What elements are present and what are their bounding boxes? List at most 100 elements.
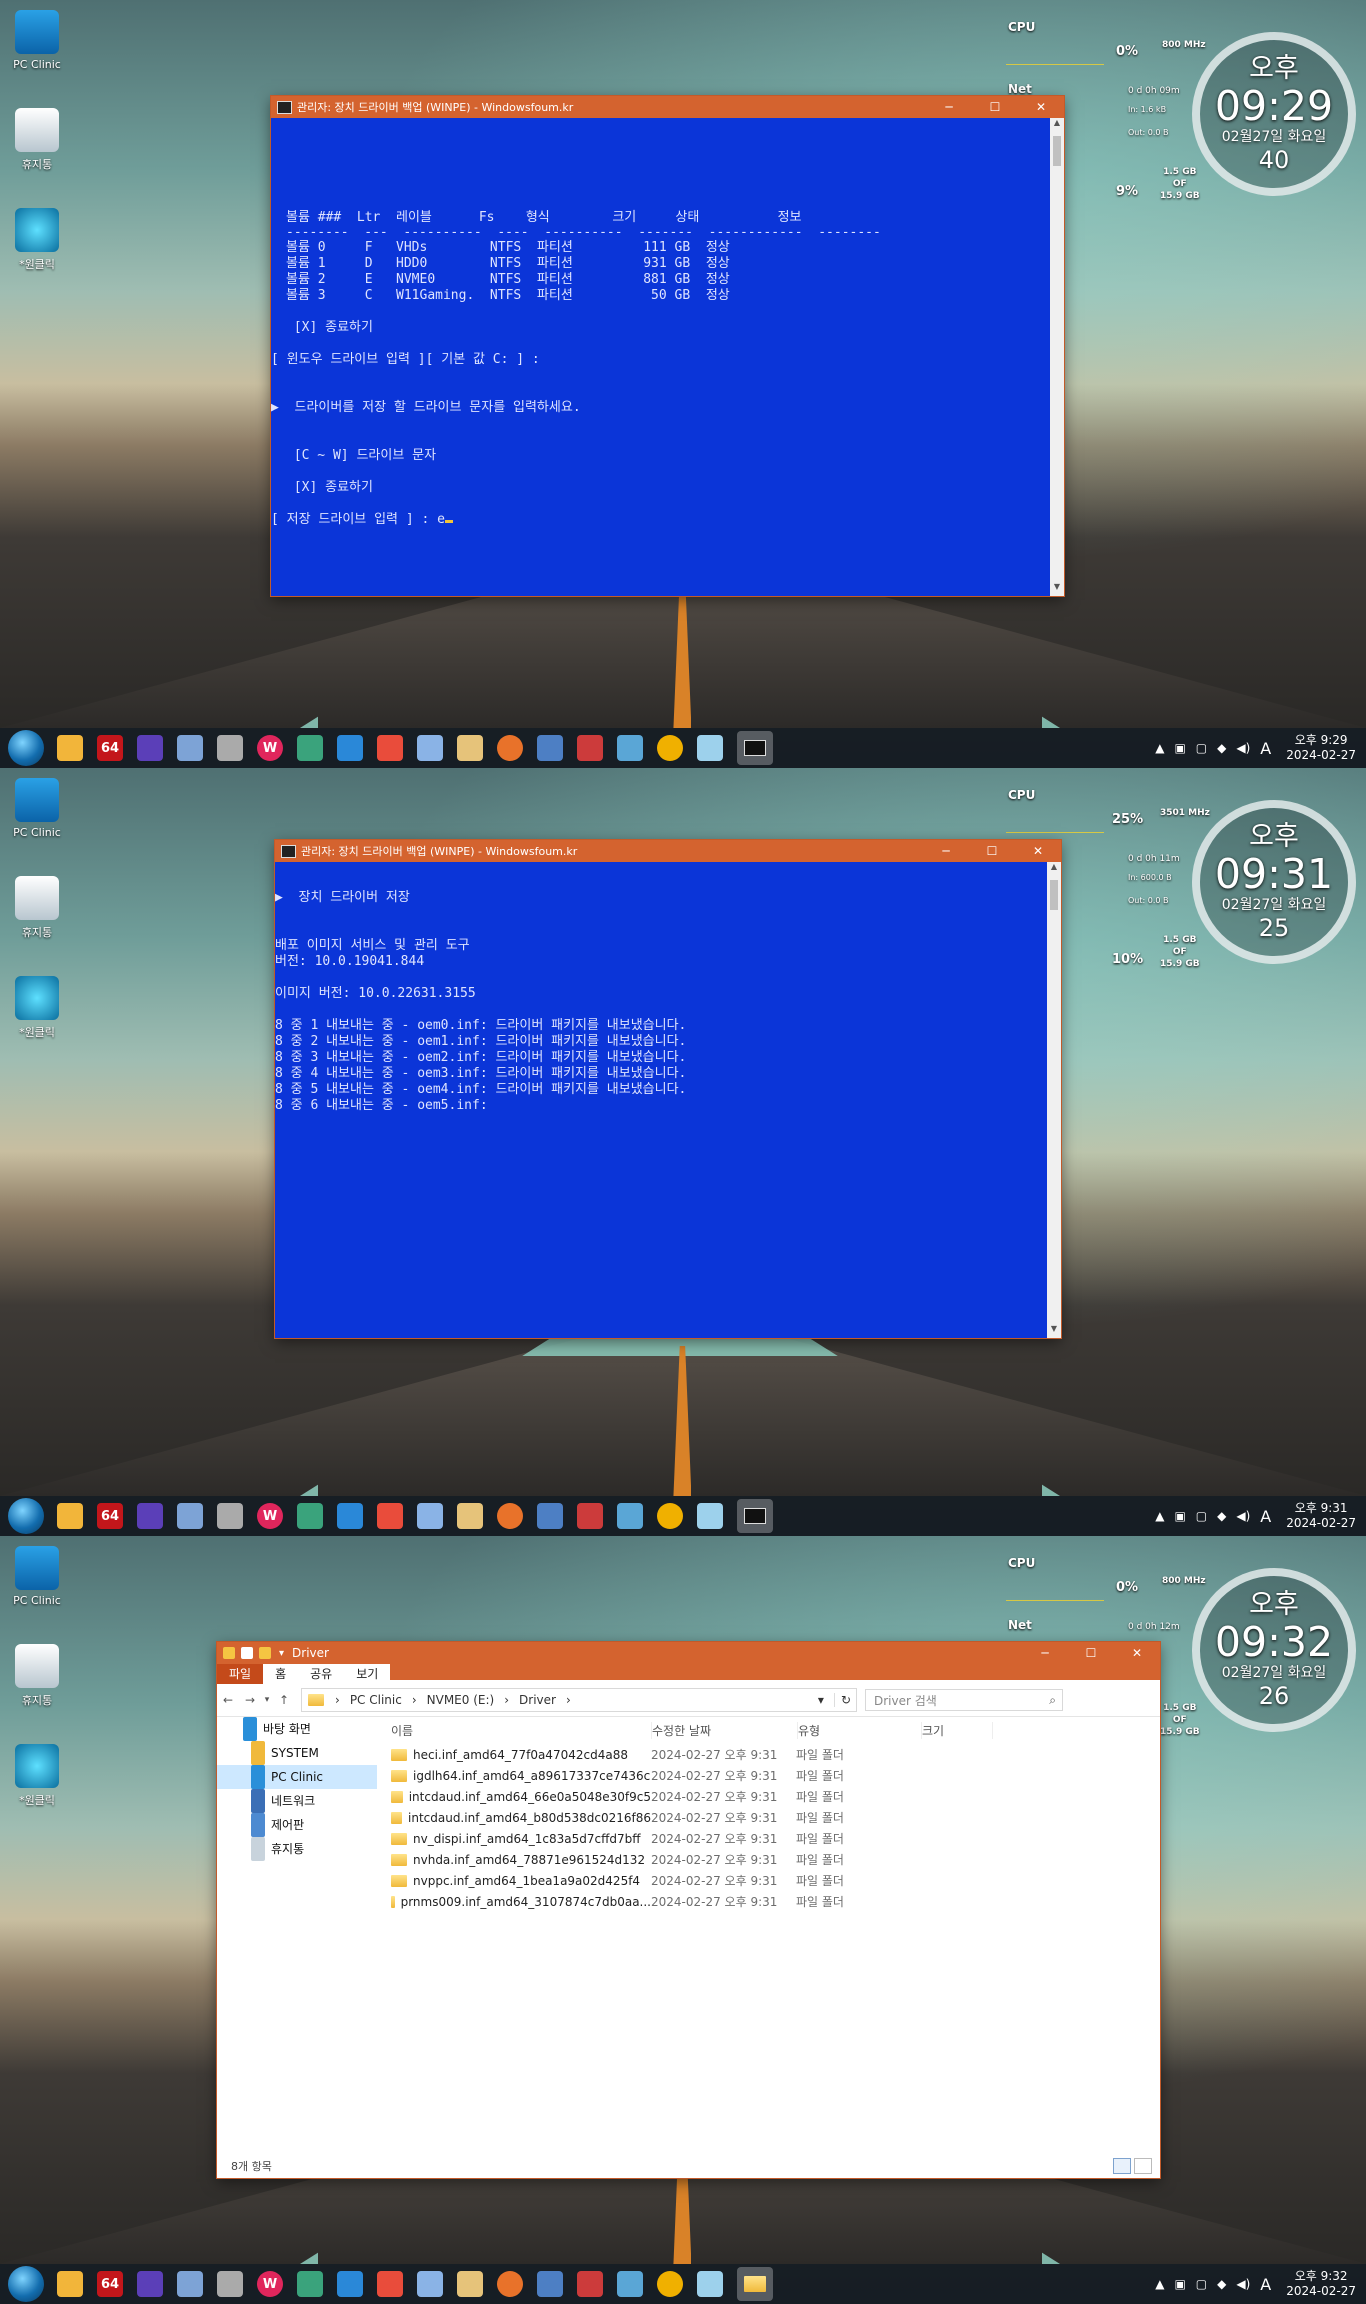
console-window[interactable]: 관리자: 장치 드라이버 백업 (WINPE) - Windowsfoum.kr… (271, 96, 1064, 596)
tray-language-indicator[interactable]: A (1260, 2275, 1271, 2294)
search-tool-icon[interactable] (297, 1503, 323, 1529)
column-type[interactable]: 유형 (798, 1721, 922, 1739)
file-row[interactable]: nv_dispi.inf_amd64_1c83a5d7cffd7bff 2024-… (391, 1828, 1146, 1849)
aida64-icon[interactable]: 64 (97, 735, 123, 761)
explorer-title-bar[interactable]: ▾ Driver ─ ☐ ✕ (217, 1642, 1160, 1664)
recent-dropdown-icon[interactable]: ▾ (261, 1695, 273, 1705)
chrome-icon[interactable] (657, 2271, 683, 2297)
start-button[interactable] (8, 730, 44, 766)
minimize-button[interactable]: ─ (926, 96, 972, 118)
settings-icon[interactable] (337, 1503, 363, 1529)
tray-drop-icon[interactable]: ◆ (1217, 1509, 1226, 1523)
drive-tool-icon[interactable] (177, 2271, 203, 2297)
file-explorer-icon[interactable] (57, 1503, 83, 1529)
search-icon[interactable]: ⌕ (1049, 1693, 1056, 1708)
tray-volume-icon[interactable]: ◀) (1236, 1509, 1250, 1523)
hardware-info-icon[interactable] (137, 2271, 163, 2297)
quick-access-dropdown-icon[interactable]: ▾ (279, 1648, 284, 1659)
breadcrumb-nvme0[interactable]: NVME0 (E:) (427, 1693, 495, 1707)
console-output[interactable]: 볼륨 ### Ltr 레이블 Fs 형식 크기 상태 정보 -------- -… (271, 118, 1050, 596)
tray-drop-icon[interactable]: ◆ (1217, 741, 1226, 755)
address-dropdown-icon[interactable]: ▾ (818, 1693, 824, 1707)
network-tool-icon[interactable] (537, 1503, 563, 1529)
viewer-icon[interactable] (617, 1503, 643, 1529)
ribbon-tab-view[interactable]: 보기 (344, 1663, 391, 1684)
ribbon-tab-home[interactable]: 홈 (263, 1663, 299, 1684)
file-explorer-icon[interactable] (57, 735, 83, 761)
disk-icon[interactable] (217, 735, 243, 761)
utility-icon[interactable] (457, 2271, 483, 2297)
partition-icon[interactable] (377, 2271, 403, 2297)
media-icon[interactable] (497, 1503, 523, 1529)
aida64-icon[interactable]: 64 (97, 2271, 123, 2297)
console-taskbar-button[interactable] (737, 731, 773, 765)
minimize-button[interactable]: ─ (1022, 1642, 1068, 1664)
minimize-button[interactable]: ─ (923, 840, 969, 862)
aida64-icon[interactable]: 64 (97, 1503, 123, 1529)
file-row[interactable]: heci.inf_amd64_77f0a47042cd4a88 2024-02-2… (391, 1744, 1146, 1765)
drive-tool-icon[interactable] (177, 735, 203, 761)
console-taskbar-button[interactable] (737, 1499, 773, 1533)
tray-volume-icon[interactable]: ◀) (1236, 741, 1250, 755)
desktop-icon-recycle-bin[interactable]: 휴지통 (0, 108, 74, 172)
breadcrumb-pc-clinic[interactable]: PC Clinic (350, 1693, 402, 1707)
back-arrow-icon[interactable]: ← (217, 1693, 239, 1707)
tree-item-control-panel[interactable]: 제어판 (217, 1813, 377, 1837)
maximize-button[interactable]: ☐ (1068, 1642, 1114, 1664)
file-explorer-icon[interactable] (57, 2271, 83, 2297)
refresh-icon[interactable]: ↻ (833, 1693, 851, 1707)
scrollbar-thumb[interactable] (1053, 136, 1061, 166)
settings-icon[interactable] (337, 2271, 363, 2297)
file-row[interactable]: nvppc.inf_amd64_1bea1a9a02d425f4 2024-02-… (391, 1870, 1146, 1891)
tree-item-desktop[interactable]: 바탕 화면 (217, 1717, 377, 1741)
chrome-icon[interactable] (657, 735, 683, 761)
search-box[interactable]: Driver 검색 ⌕ (865, 1689, 1063, 1711)
console-title-bar[interactable]: 관리자: 장치 드라이버 백업 (WINPE) - Windowsfoum.kr… (271, 96, 1064, 118)
file-row[interactable]: igdlh64.inf_amd64_a89617337ce7436c 2024-0… (391, 1765, 1146, 1786)
column-name[interactable]: 이름 (391, 1721, 652, 1739)
start-button[interactable] (8, 2266, 44, 2302)
tray-shield-icon[interactable]: ▲ (1155, 2277, 1164, 2291)
taskbar-clock[interactable]: 오후 9:29 2024-02-27 (1286, 733, 1356, 763)
tray-network-icon[interactable]: ▣ (1174, 1509, 1185, 1523)
start-button[interactable] (8, 1498, 44, 1534)
tray-monitor-icon[interactable]: ▢ (1196, 741, 1207, 755)
close-button[interactable]: ✕ (1018, 96, 1064, 118)
tray-volume-icon[interactable]: ◀) (1236, 2277, 1250, 2291)
utility-icon[interactable] (457, 735, 483, 761)
maximize-button[interactable]: ☐ (972, 96, 1018, 118)
file-row[interactable]: nvhda.inf_amd64_78871e961524d132 2024-02-… (391, 1849, 1146, 1870)
hardware-info-icon[interactable] (137, 1503, 163, 1529)
desktop-icon-oneclick[interactable]: *원클릭 (0, 976, 74, 1040)
partition-icon[interactable] (377, 735, 403, 761)
notes-icon[interactable] (697, 735, 723, 761)
ribbon-tab-share[interactable]: 공유 (298, 1663, 345, 1684)
tree-item-pc-clinic[interactable]: PC Clinic (217, 1765, 377, 1789)
taskbar-clock[interactable]: 오후 9:31 2024-02-27 (1286, 1501, 1356, 1531)
file-list-scrollbar[interactable] (1146, 1717, 1160, 2156)
tray-network-icon[interactable]: ▣ (1174, 2277, 1185, 2291)
partition-icon[interactable] (377, 1503, 403, 1529)
forward-arrow-icon[interactable]: → (239, 1693, 261, 1707)
notes-icon[interactable] (697, 2271, 723, 2297)
registry-icon[interactable] (577, 1503, 603, 1529)
file-row[interactable]: intcdaud.inf_amd64_66e0a5048e30f9c5 2024-… (391, 1786, 1146, 1807)
desktop-icon-oneclick[interactable]: *원클릭 (0, 1744, 74, 1808)
drive-tool-icon[interactable] (177, 1503, 203, 1529)
search-tool-icon[interactable] (297, 735, 323, 761)
scroll-up-icon[interactable]: ▲ (1050, 118, 1064, 132)
file-explorer-window[interactable]: ▾ Driver ─ ☐ ✕ 파일 홈 공유 보기 ← → ▾ ↑ › PC Cli… (217, 1642, 1160, 2178)
scroll-down-icon[interactable]: ▼ (1050, 582, 1064, 596)
console-title-bar[interactable]: 관리자: 장치 드라이버 백업 (WINPE) - Windowsfoum.kr… (275, 840, 1061, 862)
registry-icon[interactable] (577, 2271, 603, 2297)
console-output[interactable]: ▶ 장치 드라이버 저장 배포 이미지 서비스 및 관리 도구 버전: 10.0… (275, 862, 1047, 1338)
tray-monitor-icon[interactable]: ▢ (1196, 1509, 1207, 1523)
file-row[interactable]: intcdaud.inf_amd64_b80d538dc0216f86 2024-… (391, 1807, 1146, 1828)
up-arrow-icon[interactable]: ↑ (273, 1693, 295, 1707)
tray-monitor-icon[interactable]: ▢ (1196, 2277, 1207, 2291)
chrome-icon[interactable] (657, 1503, 683, 1529)
registry-icon[interactable] (577, 735, 603, 761)
search-tool-icon[interactable] (297, 2271, 323, 2297)
breadcrumb-driver[interactable]: Driver (519, 1693, 556, 1707)
network-tool-icon[interactable] (537, 2271, 563, 2297)
